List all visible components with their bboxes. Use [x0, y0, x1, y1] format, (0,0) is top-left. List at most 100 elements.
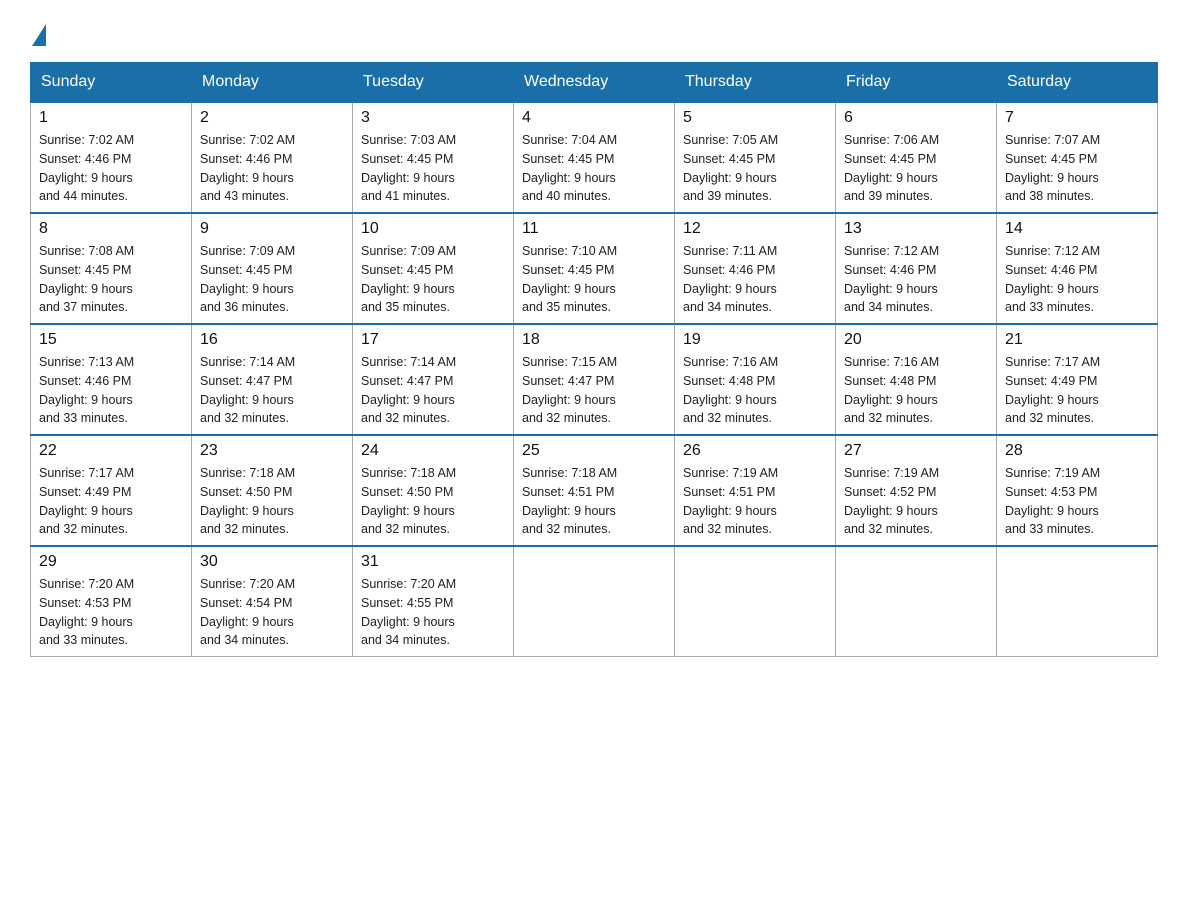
day-info: Sunrise: 7:15 AMSunset: 4:47 PMDaylight:…: [522, 353, 666, 428]
calendar-table: SundayMondayTuesdayWednesdayThursdayFrid…: [30, 62, 1158, 657]
day-info: Sunrise: 7:09 AMSunset: 4:45 PMDaylight:…: [200, 242, 344, 317]
day-info: Sunrise: 7:18 AMSunset: 4:51 PMDaylight:…: [522, 464, 666, 539]
calendar-cell: 2Sunrise: 7:02 AMSunset: 4:46 PMDaylight…: [192, 102, 353, 213]
day-info: Sunrise: 7:18 AMSunset: 4:50 PMDaylight:…: [361, 464, 505, 539]
calendar-cell: 18 Sunrise: 7:15 AMSunset: 4:47 PMDayligh…: [514, 324, 675, 435]
calendar-cell: 12 Sunrise: 7:11 AMSunset: 4:46 PMDayligh…: [675, 213, 836, 324]
calendar-cell: [514, 546, 675, 657]
day-number: 8: [39, 220, 183, 238]
calendar-cell: [997, 546, 1158, 657]
week-row-5: 29 Sunrise: 7:20 AMSunset: 4:53 PMDayligh…: [31, 546, 1158, 657]
day-info: Sunrise: 7:17 AMSunset: 4:49 PMDaylight:…: [1005, 353, 1149, 428]
calendar-cell: 17 Sunrise: 7:14 AMSunset: 4:47 PMDayligh…: [353, 324, 514, 435]
day-number: 23: [200, 442, 344, 460]
page-header: [30, 20, 1158, 46]
week-row-2: 8Sunrise: 7:08 AMSunset: 4:45 PMDaylight…: [31, 213, 1158, 324]
day-number: 14: [1005, 220, 1149, 238]
calendar-cell: 31 Sunrise: 7:20 AMSunset: 4:55 PMDayligh…: [353, 546, 514, 657]
logo-triangle-icon: [32, 24, 46, 46]
calendar-cell: 1 Sunrise: 7:02 AMSunset: 4:46 PMDaylight…: [31, 102, 192, 213]
day-number: 20: [844, 331, 988, 349]
calendar-cell: 19 Sunrise: 7:16 AMSunset: 4:48 PMDayligh…: [675, 324, 836, 435]
day-info: Sunrise: 7:02 AMSunset: 4:46 PMDaylight:…: [39, 131, 183, 206]
calendar-cell: 9 Sunrise: 7:09 AMSunset: 4:45 PMDaylight…: [192, 213, 353, 324]
calendar-cell: 20 Sunrise: 7:16 AMSunset: 4:48 PMDayligh…: [836, 324, 997, 435]
day-number: 27: [844, 442, 988, 460]
calendar-cell: 10Sunrise: 7:09 AMSunset: 4:45 PMDayligh…: [353, 213, 514, 324]
day-info: Sunrise: 7:20 AMSunset: 4:54 PMDaylight:…: [200, 575, 344, 650]
weekday-header-wednesday: Wednesday: [514, 63, 675, 103]
day-info: Sunrise: 7:12 AMSunset: 4:46 PMDaylight:…: [844, 242, 988, 317]
calendar-cell: 3Sunrise: 7:03 AMSunset: 4:45 PMDaylight…: [353, 102, 514, 213]
day-number: 16: [200, 331, 344, 349]
day-info: Sunrise: 7:06 AMSunset: 4:45 PMDaylight:…: [844, 131, 988, 206]
day-number: 17: [361, 331, 505, 349]
day-number: 29: [39, 553, 183, 571]
day-info: Sunrise: 7:19 AMSunset: 4:53 PMDaylight:…: [1005, 464, 1149, 539]
day-number: 30: [200, 553, 344, 571]
day-number: 1: [39, 109, 183, 127]
day-number: 13: [844, 220, 988, 238]
weekday-header-friday: Friday: [836, 63, 997, 103]
calendar-cell: 4 Sunrise: 7:04 AMSunset: 4:45 PMDaylight…: [514, 102, 675, 213]
day-number: 4: [522, 109, 666, 127]
day-info: Sunrise: 7:11 AMSunset: 4:46 PMDaylight:…: [683, 242, 827, 317]
day-info: Sunrise: 7:20 AMSunset: 4:53 PMDaylight:…: [39, 575, 183, 650]
logo: [30, 20, 46, 46]
weekday-header-thursday: Thursday: [675, 63, 836, 103]
calendar-cell: 27 Sunrise: 7:19 AMSunset: 4:52 PMDayligh…: [836, 435, 997, 546]
day-number: 15: [39, 331, 183, 349]
calendar-cell: 29 Sunrise: 7:20 AMSunset: 4:53 PMDayligh…: [31, 546, 192, 657]
calendar-cell: 26 Sunrise: 7:19 AMSunset: 4:51 PMDayligh…: [675, 435, 836, 546]
weekday-header-sunday: Sunday: [31, 63, 192, 103]
calendar-cell: 28Sunrise: 7:19 AMSunset: 4:53 PMDayligh…: [997, 435, 1158, 546]
weekday-header-monday: Monday: [192, 63, 353, 103]
day-number: 3: [361, 109, 505, 127]
day-number: 9: [200, 220, 344, 238]
calendar-cell: 13 Sunrise: 7:12 AMSunset: 4:46 PMDayligh…: [836, 213, 997, 324]
calendar-cell: 25 Sunrise: 7:18 AMSunset: 4:51 PMDayligh…: [514, 435, 675, 546]
day-info: Sunrise: 7:14 AMSunset: 4:47 PMDaylight:…: [361, 353, 505, 428]
day-info: Sunrise: 7:10 AMSunset: 4:45 PMDaylight:…: [522, 242, 666, 317]
day-number: 6: [844, 109, 988, 127]
day-info: Sunrise: 7:05 AMSunset: 4:45 PMDaylight:…: [683, 131, 827, 206]
week-row-4: 22Sunrise: 7:17 AMSunset: 4:49 PMDayligh…: [31, 435, 1158, 546]
calendar-cell: 6 Sunrise: 7:06 AMSunset: 4:45 PMDaylight…: [836, 102, 997, 213]
day-number: 2: [200, 109, 344, 127]
day-info: Sunrise: 7:18 AMSunset: 4:50 PMDaylight:…: [200, 464, 344, 539]
day-number: 31: [361, 553, 505, 571]
day-info: Sunrise: 7:17 AMSunset: 4:49 PMDaylight:…: [39, 464, 183, 539]
day-info: Sunrise: 7:16 AMSunset: 4:48 PMDaylight:…: [844, 353, 988, 428]
calendar-cell: 11 Sunrise: 7:10 AMSunset: 4:45 PMDayligh…: [514, 213, 675, 324]
day-number: 26: [683, 442, 827, 460]
week-row-3: 15 Sunrise: 7:13 AMSunset: 4:46 PMDayligh…: [31, 324, 1158, 435]
calendar-cell: 8Sunrise: 7:08 AMSunset: 4:45 PMDaylight…: [31, 213, 192, 324]
day-info: Sunrise: 7:04 AMSunset: 4:45 PMDaylight:…: [522, 131, 666, 206]
calendar-cell: 24 Sunrise: 7:18 AMSunset: 4:50 PMDayligh…: [353, 435, 514, 546]
day-info: Sunrise: 7:16 AMSunset: 4:48 PMDaylight:…: [683, 353, 827, 428]
week-row-1: 1 Sunrise: 7:02 AMSunset: 4:46 PMDaylight…: [31, 102, 1158, 213]
day-number: 24: [361, 442, 505, 460]
day-info: Sunrise: 7:19 AMSunset: 4:51 PMDaylight:…: [683, 464, 827, 539]
calendar-cell: 21 Sunrise: 7:17 AMSunset: 4:49 PMDayligh…: [997, 324, 1158, 435]
calendar-cell: 15 Sunrise: 7:13 AMSunset: 4:46 PMDayligh…: [31, 324, 192, 435]
day-number: 18: [522, 331, 666, 349]
calendar-cell: 23 Sunrise: 7:18 AMSunset: 4:50 PMDayligh…: [192, 435, 353, 546]
day-info: Sunrise: 7:19 AMSunset: 4:52 PMDaylight:…: [844, 464, 988, 539]
weekday-header-tuesday: Tuesday: [353, 63, 514, 103]
calendar-cell: 30 Sunrise: 7:20 AMSunset: 4:54 PMDayligh…: [192, 546, 353, 657]
calendar-cell: 7Sunrise: 7:07 AMSunset: 4:45 PMDaylight…: [997, 102, 1158, 213]
day-info: Sunrise: 7:14 AMSunset: 4:47 PMDaylight:…: [200, 353, 344, 428]
day-number: 25: [522, 442, 666, 460]
day-number: 11: [522, 220, 666, 238]
day-number: 19: [683, 331, 827, 349]
day-info: Sunrise: 7:13 AMSunset: 4:46 PMDaylight:…: [39, 353, 183, 428]
day-info: Sunrise: 7:07 AMSunset: 4:45 PMDaylight:…: [1005, 131, 1149, 206]
day-info: Sunrise: 7:20 AMSunset: 4:55 PMDaylight:…: [361, 575, 505, 650]
day-number: 21: [1005, 331, 1149, 349]
day-info: Sunrise: 7:09 AMSunset: 4:45 PMDaylight:…: [361, 242, 505, 317]
day-number: 12: [683, 220, 827, 238]
calendar-cell: [675, 546, 836, 657]
day-number: 5: [683, 109, 827, 127]
day-info: Sunrise: 7:12 AMSunset: 4:46 PMDaylight:…: [1005, 242, 1149, 317]
